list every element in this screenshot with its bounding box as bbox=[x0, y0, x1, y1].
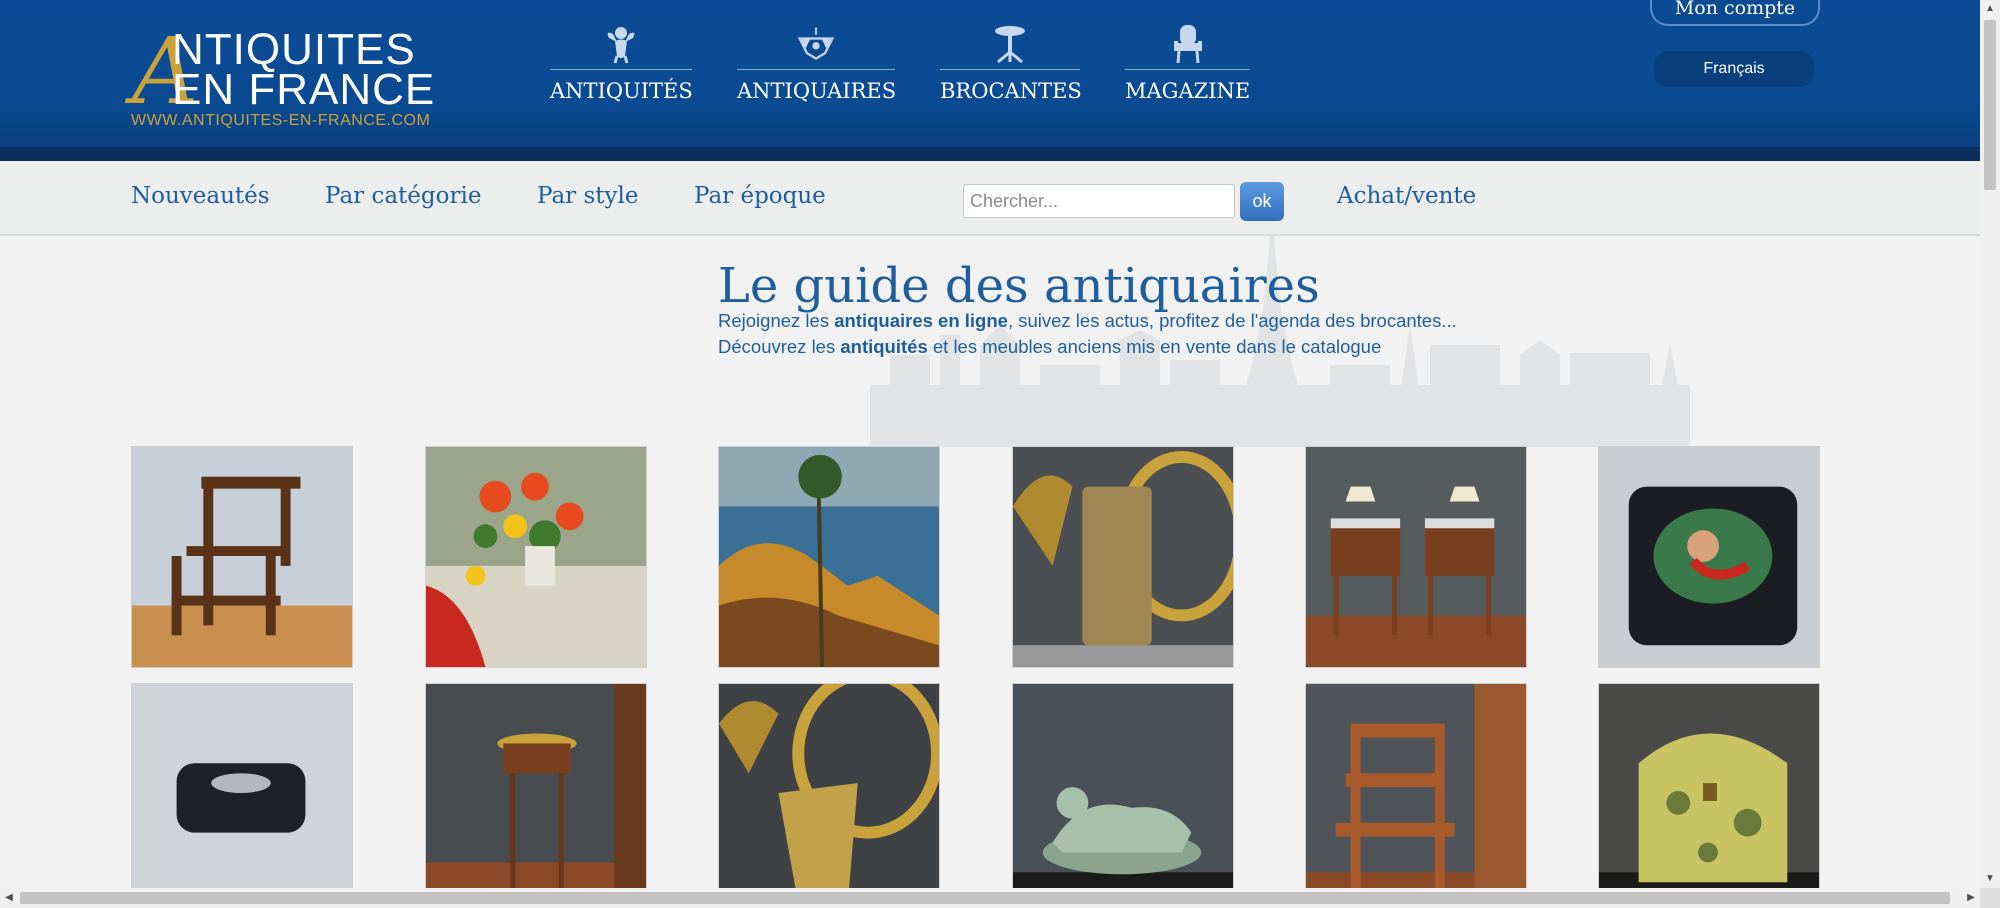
main-nav-label: BROCANTES bbox=[940, 79, 1082, 103]
scroll-left-arrow-icon[interactable]: ◀ bbox=[0, 888, 18, 908]
armchair-icon bbox=[1168, 22, 1208, 66]
horizontal-scrollbar[interactable]: ◀ ▶ bbox=[0, 888, 1980, 908]
chandelier-icon bbox=[796, 22, 836, 66]
product-thumbnail-brass-umbrella-stand[interactable] bbox=[1012, 446, 1234, 668]
main-nav-antiquites[interactable]: ANTIQUITÉS bbox=[550, 22, 693, 112]
subnav-achat-vente[interactable]: Achat/vente bbox=[1337, 183, 1476, 209]
product-thumbnail-brass-stand-mirror[interactable] bbox=[718, 683, 940, 905]
scroll-down-arrow-icon[interactable]: ▼ bbox=[1980, 870, 2000, 888]
site-logo[interactable]: A NTIQUITES EN FRANCE WWW.ANTIQUITES-EN-… bbox=[130, 24, 440, 134]
scroll-right-arrow-icon[interactable]: ▶ bbox=[1962, 888, 1980, 908]
site-header: A NTIQUITES EN FRANCE WWW.ANTIQUITES-EN-… bbox=[0, 0, 1980, 161]
sub-nav: Nouveautés Par catégorie Par style Par é… bbox=[0, 161, 1980, 236]
main-nav-label: MAGAZINE bbox=[1125, 79, 1251, 103]
logo-line-2: EN FRANCE bbox=[172, 65, 436, 114]
horizontal-scroll-thumb[interactable] bbox=[20, 892, 1950, 904]
logo-url: WWW.ANTIQUITES-EN-FRANCE.COM bbox=[131, 112, 431, 129]
subnav-nouveautes[interactable]: Nouveautés bbox=[131, 183, 270, 209]
subnav-par-epoque[interactable]: Par époque bbox=[694, 183, 826, 209]
product-thumbnail-bedside-tables[interactable] bbox=[1305, 446, 1527, 668]
main-nav-brocantes[interactable]: BROCANTES bbox=[940, 22, 1082, 112]
main-nav: ANTIQUITÉS ANTIQUAIRES BROCANTES MAGAZIN… bbox=[550, 22, 1295, 112]
link-antiquaires-en-ligne[interactable]: antiquaires en ligne bbox=[834, 310, 1008, 331]
product-thumbnail-gueridon-table[interactable] bbox=[425, 683, 647, 905]
main-nav-antiquaires[interactable]: ANTIQUAIRES bbox=[737, 22, 897, 112]
search-input[interactable] bbox=[963, 184, 1235, 218]
product-thumbnail-library-step-chair[interactable] bbox=[131, 446, 353, 668]
product-thumbnail-black-box[interactable] bbox=[131, 683, 353, 905]
vertical-scroll-thumb[interactable] bbox=[1984, 20, 1996, 190]
product-thumbnail-still-life-painting[interactable] bbox=[425, 446, 647, 668]
search-ok-button[interactable]: ok bbox=[1240, 182, 1284, 221]
product-thumbnail-coastal-landscape[interactable] bbox=[718, 446, 940, 668]
account-button[interactable]: Mon compte bbox=[1650, 0, 1820, 26]
product-thumbnail-lacquered-box[interactable] bbox=[1598, 446, 1820, 668]
cherub-icon bbox=[601, 22, 641, 66]
hero-intro-line-2: Découvrez les antiquités et les meubles … bbox=[718, 336, 1382, 357]
main-nav-magazine[interactable]: MAGAZINE bbox=[1125, 22, 1250, 112]
scroll-up-arrow-icon[interactable]: ▲ bbox=[1980, 0, 2000, 18]
hero-intro-line-1: Rejoignez les antiquaires en ligne, suiv… bbox=[718, 310, 1457, 331]
link-antiquites[interactable]: antiquités bbox=[840, 336, 927, 357]
scrollbar-corner bbox=[1980, 888, 2000, 908]
vertical-scrollbar[interactable]: ▲ ▼ bbox=[1980, 0, 2000, 888]
page-title: Le guide des antiquaires bbox=[718, 258, 1320, 314]
product-thumbnail-ceramic-dog[interactable] bbox=[1012, 683, 1234, 905]
subnav-par-style[interactable]: Par style bbox=[537, 183, 638, 209]
product-thumbnail-painted-chest[interactable] bbox=[1598, 683, 1820, 905]
product-thumbnail-library-steps[interactable] bbox=[1305, 683, 1527, 905]
main-nav-label: ANTIQUITÉS bbox=[550, 79, 693, 103]
language-selector[interactable]: Français bbox=[1654, 51, 1814, 87]
subnav-par-categorie[interactable]: Par catégorie bbox=[325, 183, 481, 209]
pedestal-table-icon bbox=[990, 22, 1030, 66]
main-nav-label: ANTIQUAIRES bbox=[737, 79, 897, 103]
